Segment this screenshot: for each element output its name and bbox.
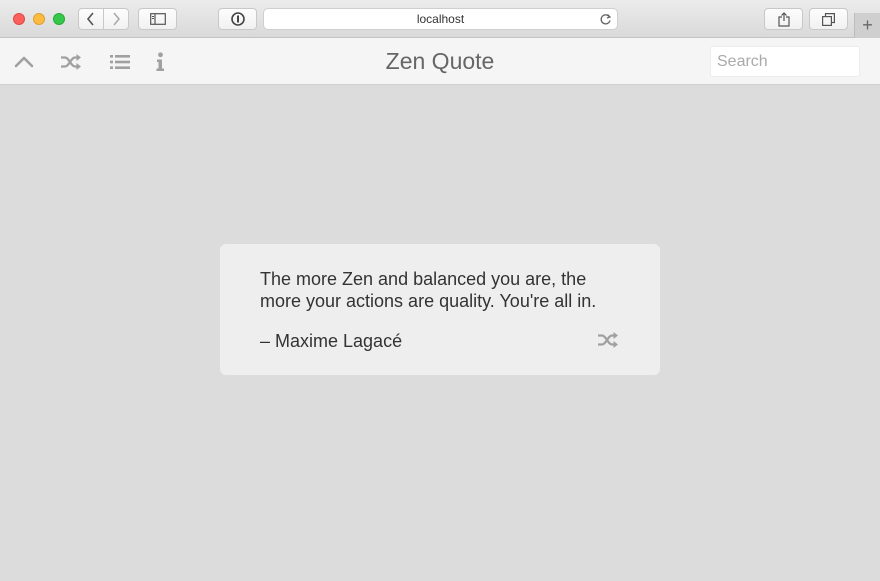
tab-overview-button[interactable] — [809, 8, 848, 30]
quote-author: – Maxime Lagacé — [260, 331, 403, 351]
tabs-icon — [822, 12, 835, 26]
reload-icon[interactable] — [599, 13, 612, 26]
address-bar[interactable]: localhost — [263, 8, 618, 30]
browser-sidebar-button[interactable] — [138, 8, 177, 30]
sidebar-icon — [149, 13, 166, 25]
plus-icon: + — [862, 15, 873, 35]
forward-icon — [113, 12, 121, 26]
window-close-button[interactable] — [13, 13, 25, 25]
password-manager-button[interactable] — [218, 8, 257, 30]
search-input[interactable] — [710, 46, 860, 77]
quote-card: The more Zen and balanced you are, the m… — [220, 244, 660, 375]
next-quote-button[interactable] — [597, 332, 619, 350]
address-url: localhost — [416, 12, 465, 26]
app-toolbar: Zen Quote — [0, 38, 880, 85]
window-minimize-button[interactable] — [33, 13, 45, 25]
browser-forward-button[interactable] — [103, 8, 129, 30]
window-maximize-button[interactable] — [53, 13, 65, 25]
shuffle-icon — [598, 332, 618, 348]
quote-text: The more Zen and balanced you are, the m… — [260, 269, 597, 311]
password-icon — [230, 12, 245, 26]
browser-chrome: localhost + — [0, 0, 880, 38]
share-icon — [777, 11, 790, 27]
new-tab-button[interactable]: + — [854, 13, 880, 38]
back-icon — [86, 12, 94, 26]
share-button[interactable] — [764, 8, 803, 30]
browser-back-button[interactable] — [78, 8, 104, 30]
